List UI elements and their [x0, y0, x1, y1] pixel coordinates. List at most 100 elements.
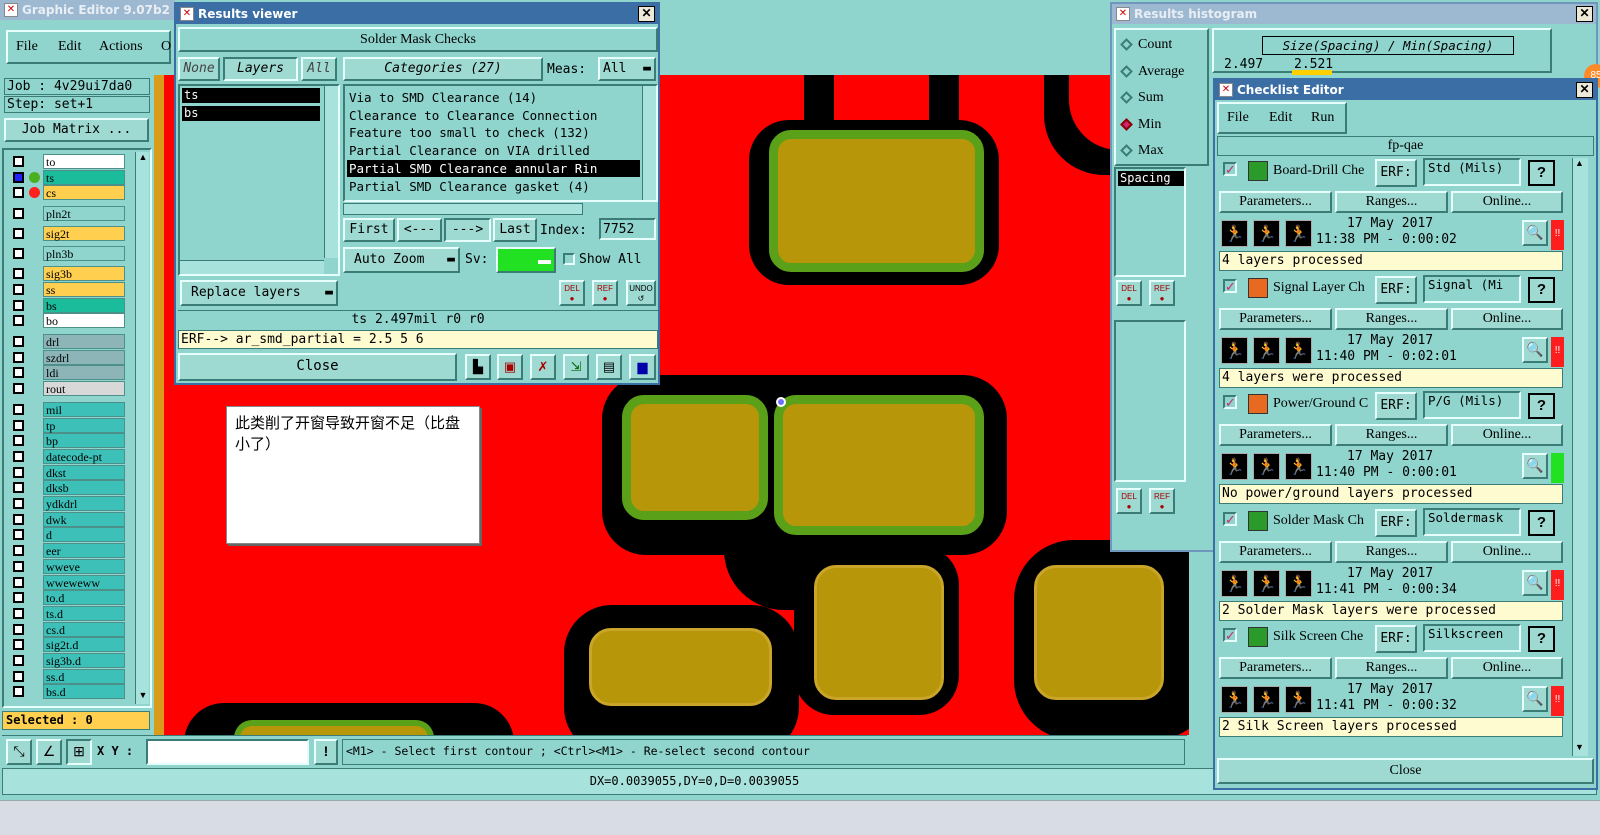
- layer-name[interactable]: sig3b: [43, 266, 125, 282]
- menu-actions[interactable]: Actions: [99, 39, 143, 55]
- check-ranges-button[interactable]: Ranges...: [1335, 191, 1448, 213]
- results-histogram-close-icon[interactable]: ✕: [1576, 6, 1593, 22]
- check-help-button[interactable]: ?: [1528, 276, 1555, 303]
- layer-name[interactable]: dkst: [43, 464, 125, 480]
- run-check-icon[interactable]: 🏃: [1221, 686, 1248, 713]
- layer-name[interactable]: pln3b: [43, 245, 125, 261]
- erf-icon[interactable]: ▣: [497, 354, 523, 380]
- check-online-button[interactable]: Online...: [1451, 191, 1563, 213]
- check-online-button[interactable]: Online...: [1451, 307, 1563, 330]
- view-results-icon[interactable]: 🔍: [1522, 453, 1548, 479]
- next-button[interactable]: --->: [444, 218, 491, 242]
- layer-view-icon[interactable]: ▙: [465, 354, 491, 380]
- category-item[interactable]: Partial Clearance on VIA drilled: [347, 142, 640, 159]
- stop-check-icon[interactable]: 🏃: [1285, 453, 1312, 480]
- layer-checkbox[interactable]: [13, 450, 24, 462]
- rv-layer-list[interactable]: ts bs: [178, 84, 340, 276]
- radio-diamond-icon[interactable]: [1120, 38, 1133, 51]
- graphic-editor-titlebar[interactable]: Graphic Editor 9.07b2 (00@: [0, 0, 175, 20]
- layer-checkbox[interactable]: [13, 227, 24, 239]
- layer-row[interactable]: wweve: [10, 558, 125, 574]
- layer-name[interactable]: ss: [43, 281, 125, 297]
- layer-checkbox[interactable]: [13, 655, 24, 666]
- layer-checkbox[interactable]: [13, 268, 24, 280]
- scroll-down-icon[interactable]: ▼: [1575, 742, 1584, 752]
- check-enable-checkbox[interactable]: ✓: [1223, 511, 1237, 526]
- layer-row[interactable]: wweweww: [10, 574, 125, 590]
- checklist-close-button[interactable]: Close: [1217, 758, 1594, 784]
- layer-list[interactable]: to ts cs pln2t sig2t pln3b sig3b ss bs bo drl szdrl…: [2, 148, 152, 708]
- layer-row[interactable]: ts.d: [10, 605, 125, 621]
- layer-checkbox[interactable]: [13, 435, 24, 447]
- layer-checkbox[interactable]: [13, 383, 24, 395]
- layer-name[interactable]: to.d: [43, 590, 125, 606]
- layer-row[interactable]: sig2t: [10, 225, 125, 241]
- results-viewer-close-icon[interactable]: ✕: [638, 6, 655, 22]
- layer-name[interactable]: rout: [43, 381, 125, 397]
- check-ranges-button[interactable]: Ranges...: [1335, 540, 1448, 563]
- stop-check-icon[interactable]: 🏃: [1285, 220, 1312, 247]
- ck-menu-file[interactable]: File: [1227, 110, 1249, 126]
- layer-checkbox[interactable]: [13, 482, 24, 494]
- ck-menu-run[interactable]: Run: [1311, 110, 1334, 126]
- layer-checkbox[interactable]: [13, 208, 24, 220]
- layer-name[interactable]: sig2t.d: [43, 637, 125, 653]
- layer-name[interactable]: cs.d: [43, 621, 125, 637]
- layer-row[interactable]: dkst: [10, 464, 125, 480]
- scroll-up-icon[interactable]: ▲: [137, 152, 149, 164]
- categories-scrollbar[interactable]: [642, 86, 656, 200]
- histogram-option[interactable]: Count: [1120, 36, 1206, 56]
- scroll-up-icon[interactable]: ▲: [1575, 158, 1584, 168]
- histogram-option[interactable]: Min: [1120, 116, 1206, 136]
- category-item[interactable]: Feature too small to check (132): [347, 124, 640, 141]
- hist-del-icon-2[interactable]: DEL ●: [1116, 488, 1142, 514]
- export-icon[interactable]: ⇲: [563, 354, 589, 380]
- report-icon[interactable]: ▤: [596, 354, 622, 380]
- layer-name[interactable]: to: [43, 154, 125, 169]
- layer-name[interactable]: ts.d: [43, 605, 125, 621]
- layer-row[interactable]: bo: [10, 313, 125, 329]
- run-check-icon[interactable]: 🏃: [1221, 336, 1248, 364]
- layer-checkbox[interactable]: [13, 560, 24, 572]
- layer-checkbox[interactable]: [13, 351, 24, 363]
- layer-name[interactable]: ts: [43, 169, 125, 185]
- grid-tool-icon[interactable]: ⊞: [66, 739, 92, 765]
- run-check-icon[interactable]: 🏃: [1221, 453, 1248, 480]
- check-enable-checkbox[interactable]: ✓: [1223, 628, 1237, 642]
- layer-checkbox[interactable]: [13, 607, 24, 619]
- layer-row[interactable]: tp: [10, 417, 125, 433]
- run-check-icon-2[interactable]: 🏃: [1253, 453, 1280, 480]
- layer-checkbox[interactable]: [13, 156, 24, 167]
- layer-name[interactable]: dwk: [43, 511, 125, 527]
- layer-row[interactable]: cs: [10, 185, 125, 201]
- checklist-editor-close-icon[interactable]: ✕: [1576, 82, 1593, 98]
- layer-row[interactable]: pln3b: [10, 245, 125, 261]
- view-results-icon[interactable]: 🔍: [1522, 220, 1548, 246]
- layer-row[interactable]: ts: [10, 169, 125, 185]
- layer-checkbox[interactable]: [13, 283, 24, 295]
- run-check-icon-2[interactable]: 🏃: [1253, 336, 1280, 364]
- radio-diamond-icon[interactable]: [1120, 64, 1133, 78]
- index-input[interactable]: [599, 218, 656, 240]
- measure-tool-icon[interactable]: ∠: [36, 739, 62, 765]
- check-online-button[interactable]: Online...: [1451, 424, 1563, 446]
- check-online-button[interactable]: Online...: [1451, 540, 1563, 563]
- hist-del-icon[interactable]: DEL ●: [1116, 280, 1142, 306]
- radio-diamond-icon[interactable]: [1120, 91, 1133, 104]
- layer-name[interactable]: dksb: [43, 480, 125, 496]
- layer-row[interactable]: to.d: [10, 590, 125, 606]
- layer-row[interactable]: sig3b: [10, 266, 125, 282]
- layer-checkbox[interactable]: [13, 403, 24, 415]
- check-parameters-button[interactable]: Parameters...: [1219, 307, 1332, 330]
- run-check-icon[interactable]: 🏃: [1221, 569, 1248, 597]
- checklist-scrollbar[interactable]: ▲ ▼: [1572, 158, 1588, 756]
- check-erf-value[interactable]: Std (Mils): [1423, 158, 1521, 186]
- layers-button[interactable]: Layers: [223, 57, 298, 81]
- layer-checkbox[interactable]: [13, 686, 24, 698]
- rv-layer-hscrollbar[interactable]: [180, 260, 324, 274]
- layer-row[interactable]: drl: [10, 334, 125, 349]
- show-all-checkbox[interactable]: [563, 253, 575, 265]
- undo-icon[interactable]: UNDO ↺: [626, 280, 656, 306]
- categories-button[interactable]: Categories (27): [343, 57, 543, 81]
- checklist-editor-titlebar[interactable]: Checklist Editor: [1215, 80, 1596, 100]
